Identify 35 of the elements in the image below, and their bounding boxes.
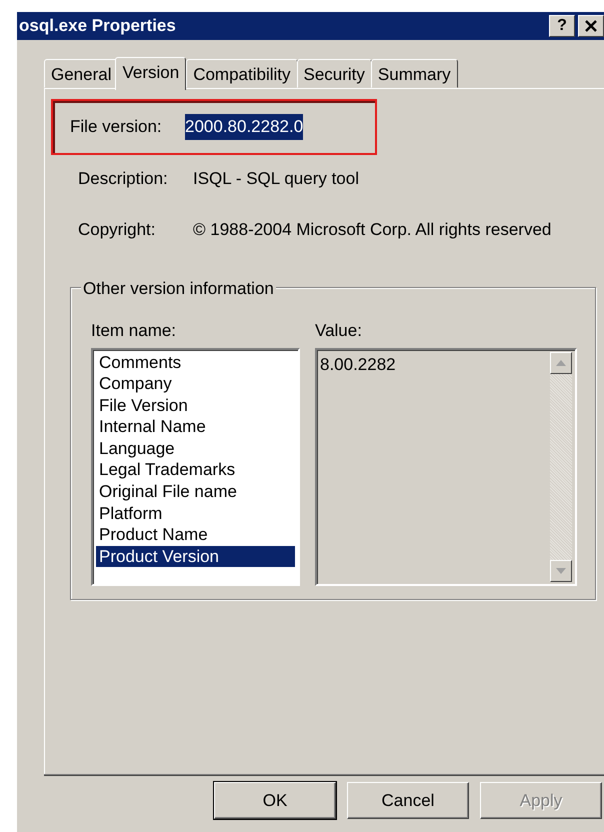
close-button[interactable]	[578, 15, 604, 37]
field-label: Copyright:	[78, 218, 156, 241]
list-item[interactable]: Product Name	[96, 524, 295, 546]
value-text: 8.00.2282	[320, 354, 397, 376]
down-arrow-icon	[556, 568, 566, 574]
scroll-down-button[interactable]	[550, 560, 572, 582]
list-item[interactable]: Language	[96, 438, 295, 460]
list-item[interactable]: Internal Name	[96, 416, 295, 438]
list-item[interactable]: Comments	[96, 352, 295, 374]
scrollbar[interactable]	[550, 352, 572, 582]
list-item[interactable]: Platform	[96, 502, 295, 524]
tab[interactable]: Version	[115, 57, 186, 90]
field-value: 2000.80.2282.0	[185, 114, 304, 140]
item-name-label: Item name:	[91, 320, 178, 342]
close-icon	[584, 20, 598, 32]
field-value: ISQL - SQL query tool	[193, 168, 359, 190]
list-item[interactable]: Original File name	[96, 481, 295, 503]
field-value: © 1988-2004 Microsoft Corp. All rights reserved	[193, 218, 552, 241]
tab[interactable]: Security	[296, 59, 372, 88]
list-item[interactable]: File Version	[96, 394, 295, 416]
tab[interactable]: Compatibility	[186, 59, 298, 88]
dialog-button[interactable]: Cancel	[347, 782, 469, 819]
list-item[interactable]: Legal Trademarks	[96, 459, 295, 482]
up-arrow-icon	[556, 360, 566, 366]
field-label: File version:	[70, 116, 163, 138]
tab[interactable]: Summary	[370, 59, 458, 88]
value-label: Value:	[315, 320, 363, 342]
scroll-up-button[interactable]	[550, 352, 572, 374]
dialog-button[interactable]: OK	[214, 782, 336, 819]
list-item[interactable]: Product Version	[96, 546, 295, 568]
item-list[interactable]: Comments Company File Version Internal Name Language Legal Trademarks Original File name Platform Product Name Product Version	[91, 348, 300, 586]
field-label: Description:	[78, 168, 169, 190]
help-button[interactable]: ?	[549, 15, 575, 37]
window-title: osql.exe Properties	[19, 15, 177, 38]
list-item[interactable]: Company	[96, 373, 295, 395]
